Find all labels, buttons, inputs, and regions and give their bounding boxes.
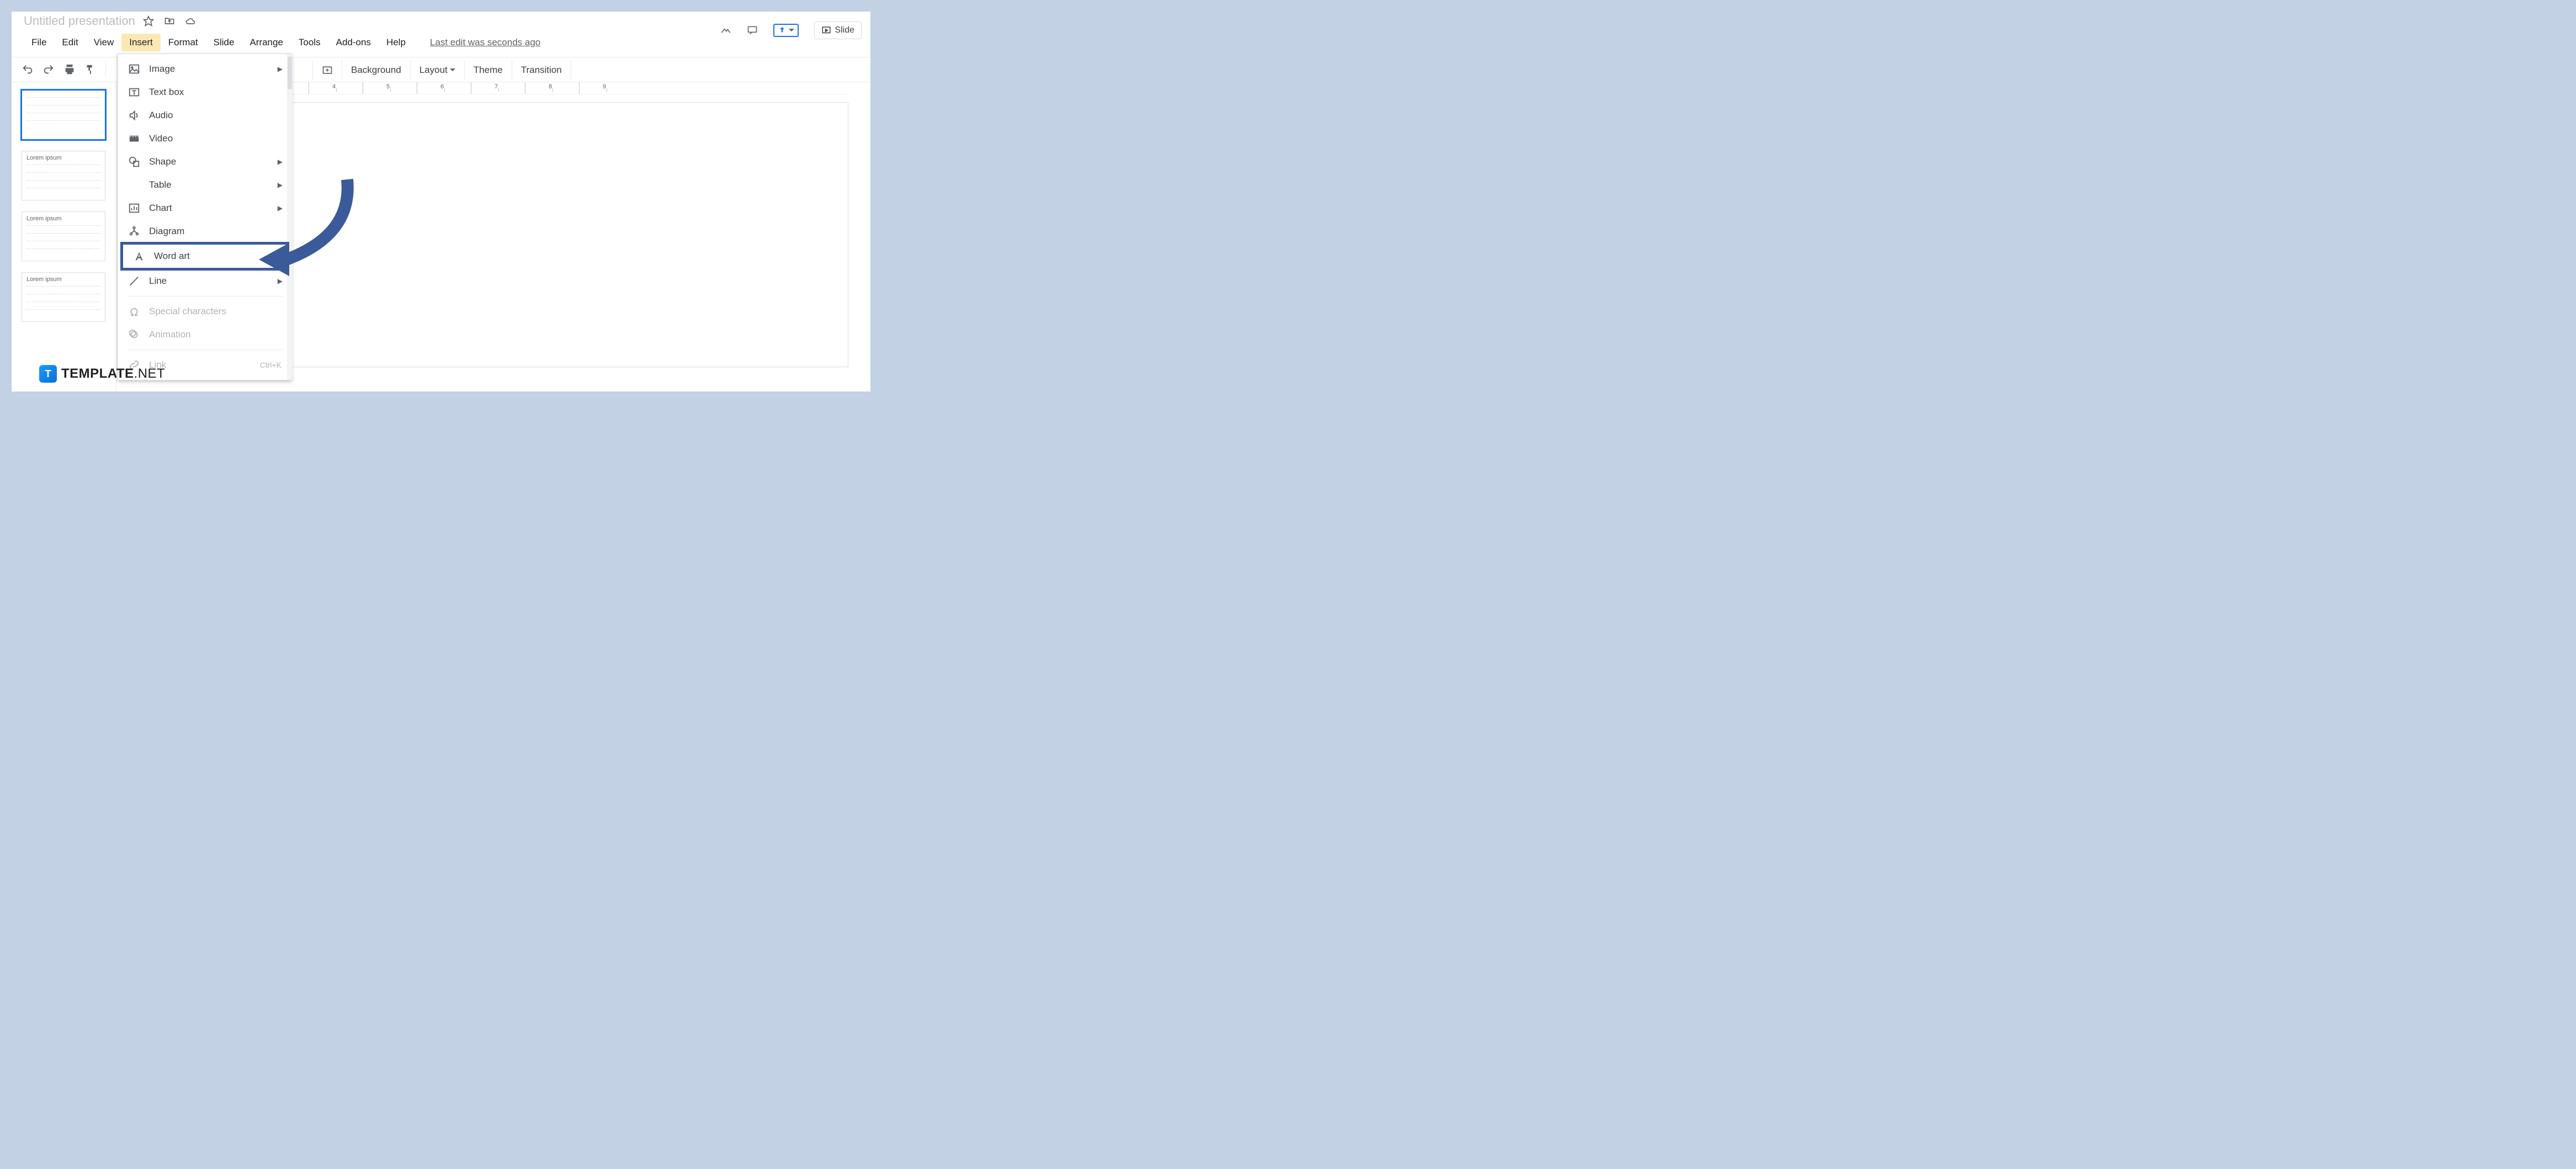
slide-thumbnail[interactable]: Lorem ipsum [22, 272, 105, 322]
ruler-label: 6 [440, 83, 444, 90]
textbox-icon [128, 86, 140, 98]
menu-view[interactable]: View [86, 34, 122, 51]
present-button[interactable]: Slide [814, 22, 862, 39]
transition-button[interactable]: Transition [512, 60, 571, 80]
menu-label: Image [149, 64, 175, 75]
menu-divider [127, 296, 283, 297]
ruler-label: 8 [549, 83, 552, 90]
wordart-icon [133, 250, 145, 262]
menu-label: Line [149, 276, 167, 287]
chevron-right-icon: ▶ [278, 181, 283, 189]
omega-icon [128, 305, 140, 318]
ruler-label: 7 [495, 83, 498, 90]
insert-line[interactable]: Line ▶ [118, 269, 291, 293]
redo-icon[interactable] [43, 64, 55, 76]
chevron-right-icon: ▶ [278, 158, 283, 166]
insert-dropdown: Image ▶ Text box Audio Video Shape ▶ Tab… [118, 54, 292, 380]
slide-tools: Background Layout Theme Transition [312, 57, 571, 83]
animation-icon [128, 329, 140, 341]
document-title[interactable]: Untitled presentation [24, 14, 135, 28]
watermark-logo-icon: T [39, 365, 57, 383]
layout-label: Layout [419, 65, 448, 76]
table-icon [128, 179, 140, 191]
toolbar-separator [105, 62, 106, 77]
video-icon [128, 133, 140, 145]
menu-label: Text box [149, 87, 184, 98]
menu-arrange[interactable]: Arrange [242, 34, 290, 51]
shape-icon [128, 156, 140, 168]
cloud-status-icon[interactable] [185, 15, 196, 27]
thumb-text: Lorem ipsum [26, 155, 62, 161]
slide-thumbnail[interactable] [22, 90, 105, 140]
watermark-suffix: .NET [134, 366, 166, 381]
insert-table[interactable]: Table ▶ [118, 173, 291, 197]
image-icon [128, 63, 140, 75]
chevron-right-icon: ▶ [278, 204, 283, 212]
menu-slide[interactable]: Slide [206, 34, 242, 51]
menu-help[interactable]: Help [379, 34, 413, 51]
activity-icon[interactable] [720, 25, 731, 36]
insert-animation[interactable]: Animation [118, 323, 291, 346]
menu-tools[interactable]: Tools [291, 34, 328, 51]
comment-icon[interactable] [747, 25, 758, 36]
insert-diagram[interactable]: Diagram [118, 220, 291, 243]
thumb-text: Lorem ipsum [26, 215, 62, 222]
layout-button[interactable]: Layout [411, 60, 465, 80]
menu-label: Special characters [149, 306, 226, 317]
menu-label: Chart [149, 203, 172, 214]
chevron-right-icon: ▶ [278, 65, 283, 73]
ruler-label: 5 [386, 83, 390, 90]
app-window: Untitled presentation Slide File Edit Vi… [11, 11, 871, 392]
insert-audio[interactable]: Audio [118, 104, 291, 127]
menu-label: Word art [154, 251, 190, 262]
menu-format[interactable]: Format [161, 34, 206, 51]
menu-insert[interactable]: Insert [121, 34, 161, 51]
slide-thumbnail[interactable]: Lorem ipsum [22, 211, 105, 261]
film-strip[interactable]: Lorem ipsum Lorem ipsum Lorem ipsum [12, 82, 116, 392]
slide-thumbnail[interactable]: Lorem ipsum [22, 151, 105, 200]
diagram-icon [128, 225, 140, 237]
ruler-label: 9 [603, 83, 606, 90]
menu-edit[interactable]: Edit [54, 34, 86, 51]
chart-icon [128, 202, 140, 214]
keyboard-shortcut: Ctrl+K [260, 361, 281, 369]
watermark-text: TEMPLATE.NET [61, 366, 165, 382]
title-icon-group [143, 15, 196, 27]
share-button[interactable] [773, 24, 799, 37]
chevron-right-icon: ▶ [278, 277, 283, 285]
insert-chart[interactable]: Chart ▶ [118, 197, 291, 220]
paint-format-icon[interactable] [84, 64, 97, 76]
menu-label: Audio [149, 110, 173, 121]
insert-video[interactable]: Video [118, 127, 291, 150]
watermark: T TEMPLATE.NET [39, 365, 165, 383]
menu-label: Diagram [149, 226, 184, 237]
menu-label: Shape [149, 156, 176, 167]
menu-label: Video [149, 133, 173, 144]
move-folder-icon[interactable] [164, 15, 175, 27]
audio-icon [128, 109, 140, 121]
new-slide-button[interactable] [312, 60, 342, 80]
menu-file[interactable]: File [24, 34, 54, 51]
menu-addons[interactable]: Add-ons [328, 34, 379, 51]
insert-wordart[interactable]: Word art [120, 242, 289, 271]
print-icon[interactable] [63, 64, 76, 76]
insert-special-characters[interactable]: Special characters [118, 300, 291, 323]
theme-button[interactable]: Theme [465, 60, 512, 80]
watermark-brand: TEMPLATE [61, 366, 134, 381]
undo-icon[interactable] [22, 64, 34, 76]
menu-label: Animation [149, 329, 191, 340]
line-icon [128, 275, 140, 287]
star-icon[interactable] [143, 15, 154, 27]
insert-shape[interactable]: Shape ▶ [118, 150, 291, 173]
top-right-controls: Slide [720, 22, 862, 39]
thumb-text: Lorem ipsum [26, 276, 62, 283]
present-label: Slide [835, 25, 854, 35]
insert-textbox[interactable]: Text box [118, 81, 291, 104]
insert-image[interactable]: Image ▶ [118, 57, 291, 81]
last-edit-link[interactable]: Last edit was seconds ago [430, 37, 540, 48]
ruler-label: 4 [332, 83, 336, 90]
menu-label: Table [149, 179, 172, 191]
background-button[interactable]: Background [342, 60, 411, 80]
